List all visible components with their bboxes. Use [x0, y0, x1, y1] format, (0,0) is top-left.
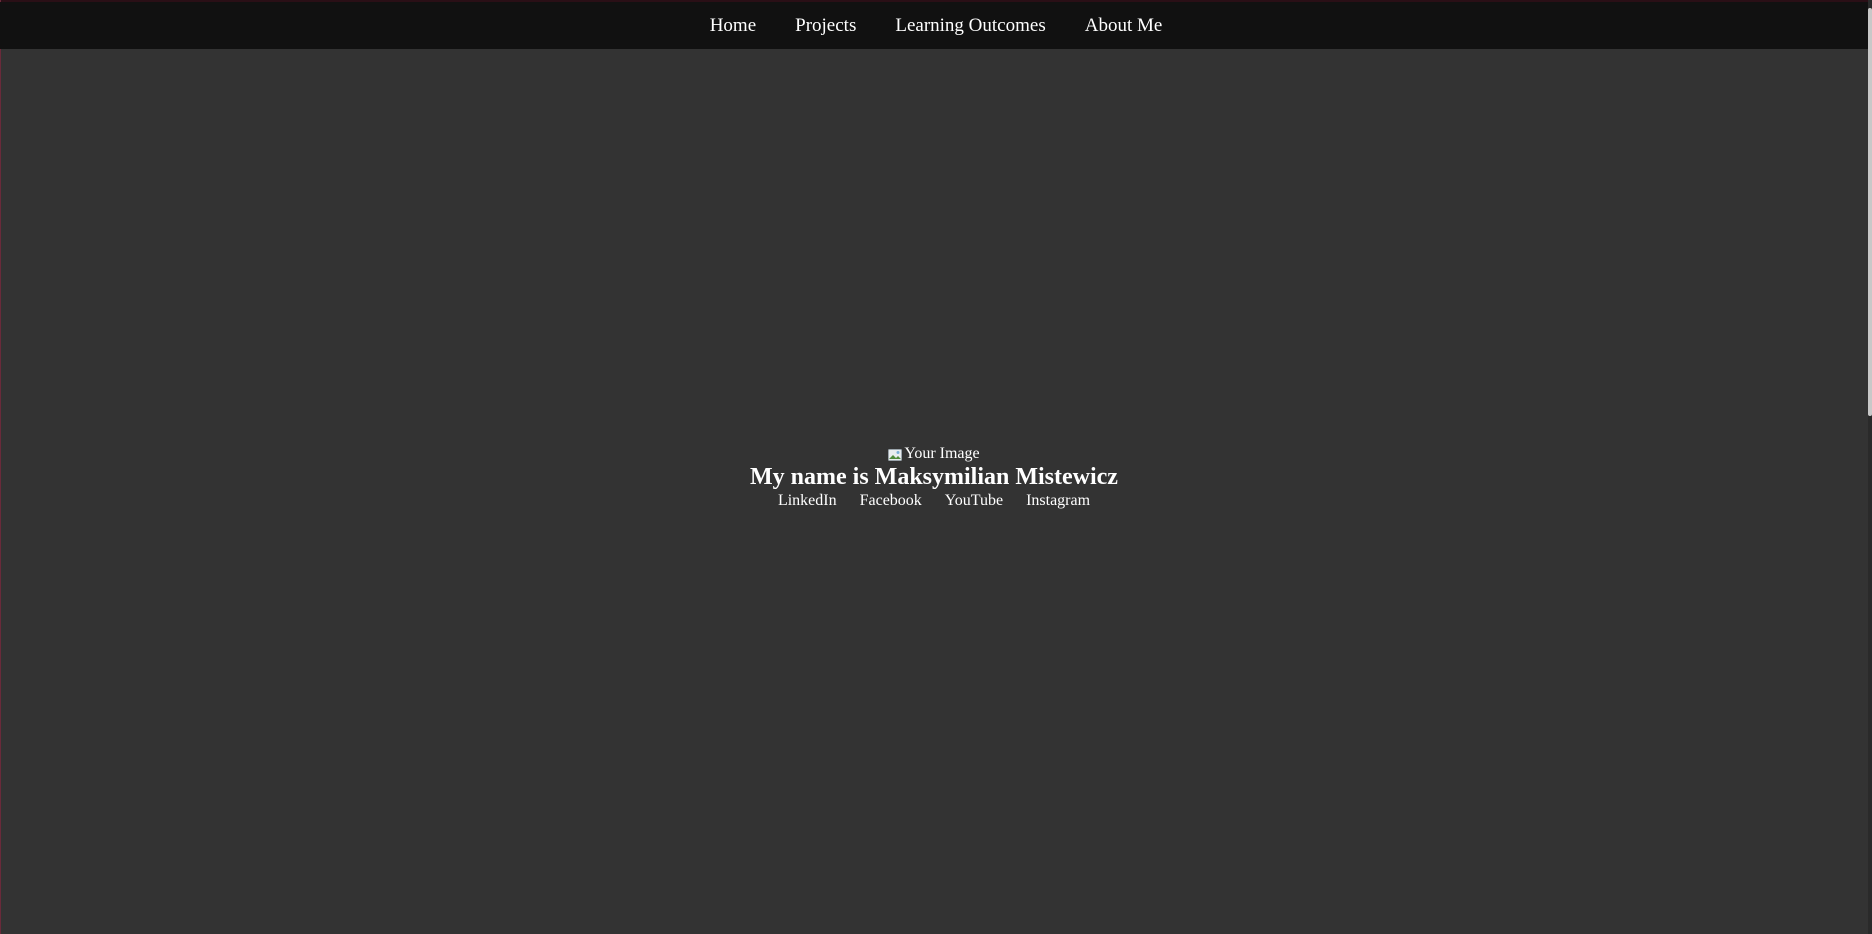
page: Home Projects Learning Outcomes About Me…	[0, 0, 1872, 934]
scrollbar-track[interactable]	[1868, 0, 1872, 934]
scrollbar-thumb[interactable]	[1868, 8, 1872, 416]
nav-links: Home Projects Learning Outcomes About Me	[690, 2, 1182, 49]
profile-image: Your Image	[888, 445, 980, 463]
social-link-instagram[interactable]: Instagram	[1015, 491, 1102, 511]
hero-section: Your Image My name is Maksymilian Mistew…	[0, 445, 1868, 511]
nav-link-about-me[interactable]: About Me	[1065, 2, 1182, 49]
broken-image-icon	[888, 448, 903, 461]
nav-link-projects[interactable]: Projects	[776, 2, 876, 49]
social-link-youtube[interactable]: YouTube	[933, 491, 1014, 511]
profile-image-alt-text: Your Image	[904, 445, 980, 462]
social-link-linkedin[interactable]: LinkedIn	[766, 491, 848, 511]
navbar: Home Projects Learning Outcomes About Me	[0, 2, 1868, 49]
nav-link-home[interactable]: Home	[690, 2, 775, 49]
social-links: LinkedIn Facebook YouTube Instagram	[766, 491, 1101, 511]
profile-name-heading: My name is Maksymilian Mistewicz	[750, 464, 1118, 490]
nav-link-learning-outcomes[interactable]: Learning Outcomes	[876, 2, 1065, 49]
social-link-facebook[interactable]: Facebook	[848, 491, 933, 511]
